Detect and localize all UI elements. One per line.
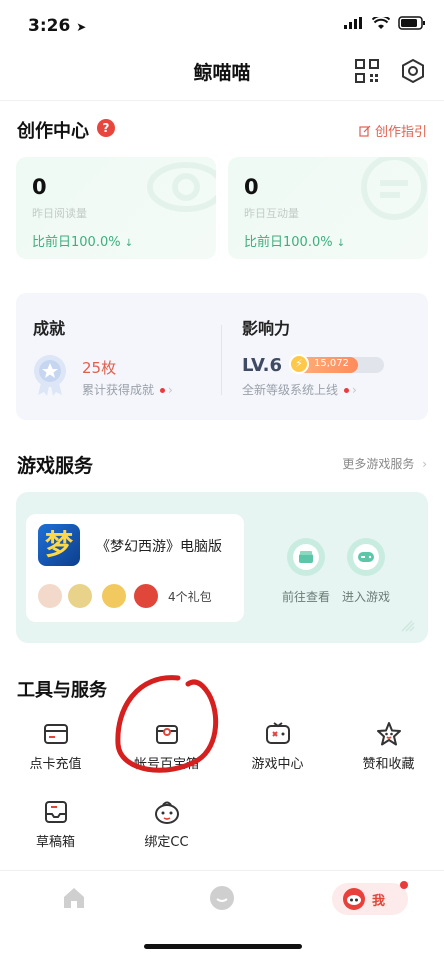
view-label: 前往查看: [281, 590, 330, 604]
achievement-title: 成就: [33, 319, 66, 338]
chevron-right-icon: ›: [352, 383, 357, 397]
tab-me-label: 我: [372, 894, 386, 909]
game-logo-icon: 梦: [38, 524, 80, 566]
down-arrow-icon: ↓: [124, 238, 134, 249]
battery-icon: [398, 16, 425, 30]
qr-code-icon[interactable]: [354, 58, 380, 84]
tool-label-game-center: 游戏中心: [251, 757, 304, 772]
gift-item-4: [134, 584, 158, 608]
status-time: 3:26 ➤: [28, 16, 86, 36]
chat-watermark-icon: [361, 157, 427, 220]
tool-label-likes: 赞和收藏: [362, 757, 415, 772]
gift-item-1: [38, 584, 62, 608]
card-icon: [43, 724, 68, 744]
corner-pattern-icon: [401, 620, 415, 632]
stat-card-interactions[interactable]: 0 昨日互动量 比前日100.0% ↓: [228, 157, 428, 259]
more-game-services-label: 更多游戏服务: [342, 457, 415, 471]
home-indicator: [144, 944, 302, 949]
creation-guide-link[interactable]: 创作指引: [359, 121, 427, 140]
game-info-card[interactable]: 梦 《梦幻西游》电脑版 4个礼包: [26, 514, 244, 622]
tool-likes-favorites[interactable]: 赞和收藏: [333, 721, 444, 772]
tool-label-recharge: 点卡充值: [29, 757, 82, 772]
tools-title: 工具与服务: [17, 680, 107, 701]
gift-box-icon: [293, 544, 319, 570]
mascot-icon: [343, 888, 365, 910]
reads-label: 昨日阅读量: [32, 207, 87, 220]
reads-compare: 比前日100.0% ↓: [32, 231, 133, 250]
header-divider: [0, 100, 444, 101]
interactions-compare: 比前日100.0% ↓: [244, 231, 345, 250]
game-card: 梦 《梦幻西游》电脑版 4个礼包 前往查看 进入游戏: [16, 492, 428, 643]
tool-label-bind-cc: 绑定CC: [144, 835, 189, 850]
achievement-divider: [221, 325, 222, 395]
notification-dot: [400, 881, 408, 889]
notification-dot: [344, 388, 350, 393]
wifi-icon: [372, 16, 390, 29]
eye-watermark-icon: [147, 162, 216, 212]
cellular-signal-icon: [344, 17, 362, 29]
tool-card-recharge[interactable]: 点卡充值: [0, 721, 111, 772]
level-desc-row[interactable]: 全新等级系统上线 ›: [242, 381, 357, 398]
reads-compare-text: 比前日100.0%: [32, 235, 121, 250]
reads-value: 0: [32, 175, 47, 199]
interactions-label: 昨日互动量: [244, 207, 299, 220]
enter-label: 进入游戏: [341, 590, 390, 604]
home-icon: [64, 888, 84, 908]
view-game-button[interactable]: 前往查看: [278, 538, 334, 605]
creation-guide-label: 创作指引: [374, 125, 427, 140]
tab-me[interactable]: 我: [332, 881, 408, 915]
gamepad-icon: [353, 544, 379, 570]
interactions-value: 0: [244, 175, 259, 199]
tool-label-drafts: 草稿箱: [35, 835, 75, 850]
tab-discover[interactable]: [208, 885, 236, 913]
achievement-card: 成就 25枚 累计获得成就 › 影响力 LV.6 15,072 ⚡ 全新等级系统上…: [16, 293, 428, 420]
view-circle: [287, 538, 325, 576]
settings-hexagon-icon[interactable]: [400, 58, 426, 84]
draft-box-icon: [44, 801, 67, 823]
chat-bubble-icon: [210, 886, 234, 910]
medal-icon: [34, 355, 66, 396]
tab-home[interactable]: [60, 885, 88, 913]
achievement-desc-row[interactable]: 累计获得成就 ›: [82, 381, 173, 398]
game-name: 《梦幻西游》电脑版: [96, 539, 222, 555]
chevron-right-icon: ›: [168, 383, 173, 397]
interactions-compare-text: 比前日100.0%: [244, 235, 333, 250]
help-icon[interactable]: ?: [97, 119, 115, 137]
level-points: 15,072: [314, 358, 349, 369]
gamepad-icon: [265, 722, 290, 744]
star-icon: [376, 722, 401, 746]
gift-item-2: [68, 584, 92, 608]
influence-title: 影响力: [242, 319, 291, 338]
clock-text: 3:26: [28, 16, 71, 36]
enter-game-button[interactable]: 进入游戏: [338, 538, 394, 605]
gift-count: 4个礼包: [168, 590, 212, 604]
level-coin-icon: ⚡: [289, 354, 309, 374]
achievement-count[interactable]: 25枚: [82, 357, 116, 378]
enter-circle: [347, 538, 385, 576]
achievement-desc: 累计获得成就: [82, 383, 155, 397]
gift-item-3: [102, 584, 126, 608]
more-game-services-link[interactable]: 更多游戏服务 ›: [342, 455, 427, 472]
annotation-circle: [115, 675, 219, 773]
location-arrow-icon: ➤: [76, 20, 87, 34]
stat-card-reads[interactable]: 0 昨日阅读量 比前日100.0% ↓: [16, 157, 216, 259]
tool-bind-cc[interactable]: 绑定CC: [111, 799, 222, 850]
down-arrow-icon: ↓: [336, 238, 346, 249]
tool-game-center[interactable]: 游戏中心: [222, 721, 333, 772]
notification-dot: [160, 388, 166, 393]
cc-mascot-icon: [154, 801, 179, 824]
chevron-right-icon: ›: [422, 457, 427, 471]
status-indicators: [344, 16, 426, 30]
tool-drafts[interactable]: 草稿箱: [0, 799, 111, 850]
level-desc: 全新等级系统上线: [242, 383, 339, 397]
game-services-title: 游戏服务: [17, 455, 94, 477]
status-bar: 3:26 ➤: [0, 0, 444, 50]
creation-center-title: 创作中心: [17, 121, 89, 142]
level-label[interactable]: LV.6: [242, 355, 282, 376]
edit-icon: [359, 125, 371, 137]
